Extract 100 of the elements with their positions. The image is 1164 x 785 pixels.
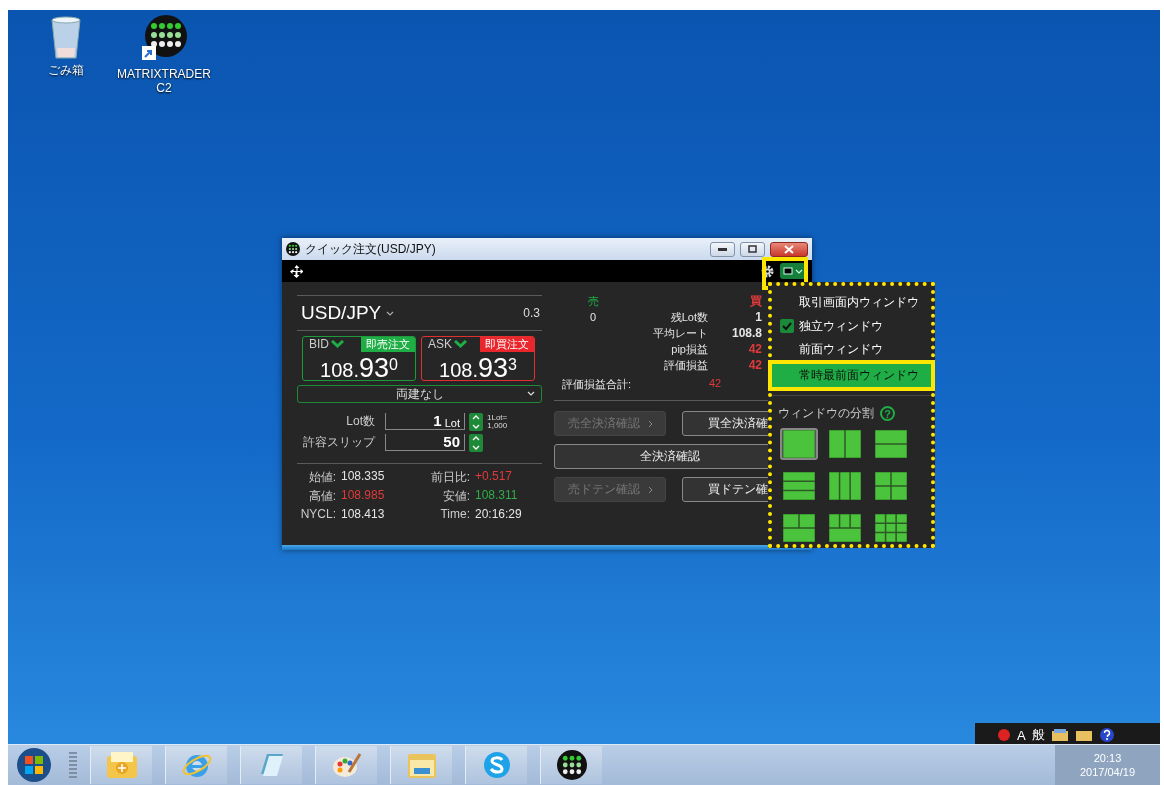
position-label: pip損益 — [670, 343, 708, 356]
maximize-button[interactable] — [740, 241, 765, 257]
minimize-button[interactable] — [710, 241, 735, 257]
window-mode-button[interactable] — [780, 263, 806, 279]
stat-value: 20:16:29 — [475, 507, 523, 521]
stat-value: 108.335 — [341, 469, 386, 485]
menu-item[interactable]: 独立ウィンドウ — [772, 314, 931, 338]
slippage-input[interactable]: 50 — [385, 434, 465, 451]
layout-option[interactable] — [826, 512, 864, 544]
close-button[interactable] — [770, 241, 808, 257]
field-label: 許容スリップ — [302, 434, 377, 451]
buy-value: 42 — [748, 359, 762, 372]
clock-time: 20:13 — [1093, 751, 1122, 765]
chevron-down-icon[interactable] — [454, 340, 467, 348]
desktop-icon-label: MATRIXTRADER C2 — [116, 67, 212, 95]
grip-icon — [68, 751, 78, 779]
sell-heading: 売 — [586, 295, 600, 308]
close-icon — [784, 244, 794, 254]
move-icon[interactable] — [290, 264, 303, 278]
menu-item[interactable]: 取引画面内ウィンドウ — [772, 291, 931, 315]
buy-value: 42 — [748, 343, 762, 356]
buy-value: 108.8 — [731, 327, 762, 340]
menu-item-label: 常時最前面ウィンドウ — [799, 366, 919, 384]
layout-option[interactable] — [780, 470, 818, 502]
layout-icon — [783, 514, 815, 542]
lot-size-note: 1Lot= 1,000 — [487, 413, 508, 430]
total-pl-value: 42 — [709, 377, 722, 391]
layout-icon — [875, 430, 907, 458]
chevron-down-icon — [527, 391, 535, 396]
window-icon — [783, 267, 793, 275]
layout-icon — [783, 472, 815, 500]
layout-option[interactable] — [780, 428, 818, 460]
layout-icon — [875, 472, 907, 500]
ime-indicator[interactable]: 般 — [1031, 726, 1045, 744]
spread-value: 0.3 — [523, 306, 541, 320]
caret-icon — [386, 310, 395, 316]
layout-icon — [829, 472, 861, 500]
spinner-control[interactable] — [469, 412, 483, 431]
menu-item-label: 取引画面内ウィンドウ — [799, 294, 919, 312]
ime-indicator[interactable]: A — [1017, 727, 1026, 743]
instant-order-button[interactable]: 即買注文 — [480, 336, 534, 352]
menu-item-label: 独立ウィンドウ — [799, 317, 883, 335]
currency-pair-selector[interactable]: USD/JPY — [297, 302, 395, 324]
stat-label: 安値: — [441, 488, 471, 505]
tray-box-icon — [1074, 728, 1093, 742]
start-orb-icon — [16, 747, 52, 783]
stat-label: Time: — [439, 507, 471, 521]
chevron-down-icon[interactable] — [331, 340, 344, 348]
help-icon — [1098, 727, 1115, 743]
layout-option[interactable] — [872, 470, 910, 502]
taskbar-app-button[interactable] — [540, 746, 602, 784]
stat-label: NYCL: — [299, 507, 337, 521]
position-label: 残Lot数 — [669, 311, 708, 324]
stat-value: 108.311 — [475, 488, 519, 504]
field-label: Lot数 — [345, 413, 376, 430]
quote-label: BID — [308, 337, 329, 351]
desktop-icon-label: ごみ箱 — [47, 63, 85, 77]
spinner-control[interactable] — [469, 433, 483, 452]
layout-icon — [829, 430, 861, 458]
stat-value: 108.985 — [341, 488, 386, 504]
quote-price[interactable]: 108.93$^{3}$ — [422, 351, 534, 385]
stat-label: 前日比: — [429, 469, 471, 486]
chevron-right-icon — [647, 419, 653, 428]
minimize-icon — [718, 247, 727, 251]
layout-option[interactable] — [826, 428, 864, 460]
quote-price[interactable]: 108.93$^{0}$ — [303, 351, 415, 385]
buy-value: 1 — [755, 311, 762, 324]
total-pl-label: 評価損益合計: — [562, 377, 633, 392]
hedge-dropdown[interactable]: 両建なし — [297, 385, 542, 403]
position-label: 平均レート — [652, 327, 708, 340]
skype-icon — [481, 750, 512, 780]
stat-value: +0.517 — [475, 469, 514, 485]
menu-item[interactable]: 前面ウィンドウ — [772, 338, 931, 362]
dot-grid-app-icon — [556, 750, 587, 780]
stat-label: 高値: — [307, 488, 337, 505]
ball-icon — [997, 728, 1011, 742]
app-icon — [286, 242, 300, 256]
quote-label: ASK — [427, 337, 452, 351]
tray-box-icon — [1050, 728, 1069, 742]
layout-icon — [829, 514, 861, 542]
help-button[interactable]: ? — [880, 406, 895, 421]
position-label: 評価損益 — [663, 359, 708, 372]
caret-icon — [795, 268, 803, 274]
layout-option[interactable] — [872, 428, 910, 460]
lot-input[interactable]: 1 Lot — [385, 413, 465, 430]
layout-icon — [783, 430, 815, 458]
stat-value: 108.413 — [341, 507, 386, 521]
buy-heading: 買 — [750, 295, 762, 308]
menu-item-label: 前面ウィンドウ — [799, 341, 883, 359]
checkbox-icon — [780, 319, 794, 334]
stat-label: 始値: — [307, 469, 337, 486]
chevron-right-icon — [647, 485, 653, 494]
layout-icon — [875, 514, 907, 542]
window-title: クイック注文(USD/JPY) — [305, 240, 437, 258]
layout-option[interactable] — [826, 470, 864, 502]
layout-option[interactable] — [872, 512, 910, 544]
maximize-icon — [748, 245, 757, 253]
clock-date: 2017/04/19 — [1079, 765, 1136, 779]
layout-option[interactable] — [780, 512, 818, 544]
sell-value: 0 — [588, 311, 598, 324]
